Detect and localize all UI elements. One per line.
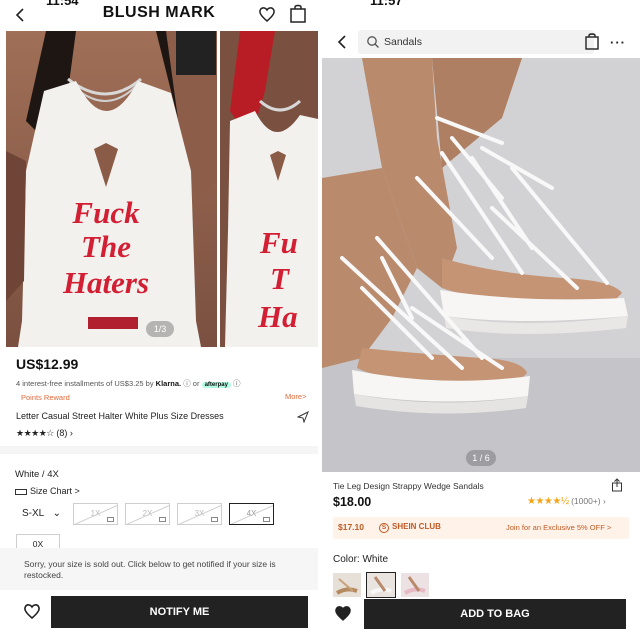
rating-stars: ★★★★☆ [16,428,54,438]
size-group-label: S-XL [22,508,44,519]
sold-out-message: Sorry, your size is sold out. Click belo… [24,559,276,580]
shein-club-logo: S SHEIN CLUB [379,522,441,533]
info-icon[interactable]: ⓘ [233,379,241,388]
ruler-icon [15,488,27,495]
share-icon[interactable] [296,410,309,424]
bag-icon[interactable] [289,3,307,23]
search-input[interactable] [384,33,584,51]
club-price: $17.10 [338,522,364,532]
mail-icon [263,517,270,522]
chevron-right-icon: › [69,428,73,438]
chevron-down-icon: ⌄ [52,508,62,519]
bag-icon[interactable] [584,32,600,50]
rating-stars: ★★★★½ [527,496,569,507]
right-app-screen: 11:57 ··· [322,0,640,640]
product-rating[interactable]: ★★★★☆ (8) › [16,428,73,439]
svg-text:Fu: Fu [259,225,298,260]
product-price: $18.00 [333,495,372,509]
search-bar[interactable] [358,30,594,54]
status-time: 11:57 [370,0,403,8]
share-icon[interactable] [611,478,623,492]
color-label: Color: White [333,554,389,565]
size-option[interactable]: 3X [177,503,222,525]
size-option[interactable]: 2X [125,503,170,525]
color-swatch[interactable] [401,573,429,597]
svg-text:T: T [270,261,290,296]
selected-variant: White / 4X [15,469,59,480]
klarna-logo: Klarna. [155,379,182,388]
wishlist-heart-icon[interactable] [22,601,42,621]
club-logo-text: SHEIN CLUB [392,522,441,531]
club-join-link[interactable]: Join for an Exclusive 5% OFF > [506,523,611,532]
wishlist-heart-icon[interactable] [333,604,353,622]
review-count: (1000+) [571,496,601,506]
color-swatch[interactable] [333,573,361,597]
product-price: US$12.99 [16,356,79,372]
size-chart-label: Size Chart > [30,486,80,496]
size-option[interactable]: 1X [73,503,118,525]
mail-icon [211,517,218,522]
search-icon [366,35,380,49]
afterpay-logo: afterpay [201,382,231,388]
mail-icon [159,517,166,522]
section-divider [0,446,318,454]
product-title: Tie Leg Design Strappy Wedge Sandals [333,481,484,491]
svg-text:Haters: Haters [62,265,149,300]
product-photo-next[interactable]: Fu T Ha [220,31,318,347]
notify-me-button[interactable]: NOTIFY ME [51,596,308,628]
product-photo[interactable]: Fuck The Haters [6,31,217,347]
size-group-select[interactable]: S-XL ⌄ [22,508,61,519]
review-count: (8) [56,428,68,438]
svg-text:The: The [81,229,131,264]
product-title: Letter Casual Street Halter White Plus S… [16,411,224,421]
svg-text:Fuck: Fuck [71,195,140,230]
size-option-selected[interactable]: 4X [229,503,274,525]
size-chart-link[interactable]: Size Chart > [15,486,80,496]
more-dots-icon[interactable]: ··· [610,35,626,50]
product-rating[interactable]: ★★★★½ (1000+) › [527,496,606,507]
club-logo-icon: S [379,523,389,533]
image-counter: 1 / 6 [466,450,496,466]
installments-or: or [192,379,200,388]
svg-text:Ha: Ha [257,299,298,334]
installments-text: 4 interest-free installments of US$3.25 … [16,379,154,388]
points-reward[interactable]: Points Reward [21,393,70,402]
chevron-right-icon: › [603,496,606,506]
product-header: BLUSH MARK [0,0,318,30]
color-swatch-selected[interactable] [366,572,396,598]
info-icon[interactable]: ⓘ [183,379,191,388]
back-arrow-icon[interactable] [334,33,352,51]
mail-icon [107,517,114,522]
heart-icon[interactable] [257,4,277,24]
left-app-screen: 11:54 BLUSH MARK Fuck The Haters Fu T Ha… [0,0,318,640]
more-link[interactable]: More> [285,392,306,401]
installments-info[interactable]: 4 interest-free installments of US$3.25 … [16,378,241,389]
image-counter: 1/3 [146,321,174,337]
product-photo[interactable] [322,58,640,472]
add-to-bag-button[interactable]: ADD TO BAG [364,599,626,629]
shein-club-banner[interactable]: $17.10 S SHEIN CLUB Join for an Exclusive… [333,517,629,539]
